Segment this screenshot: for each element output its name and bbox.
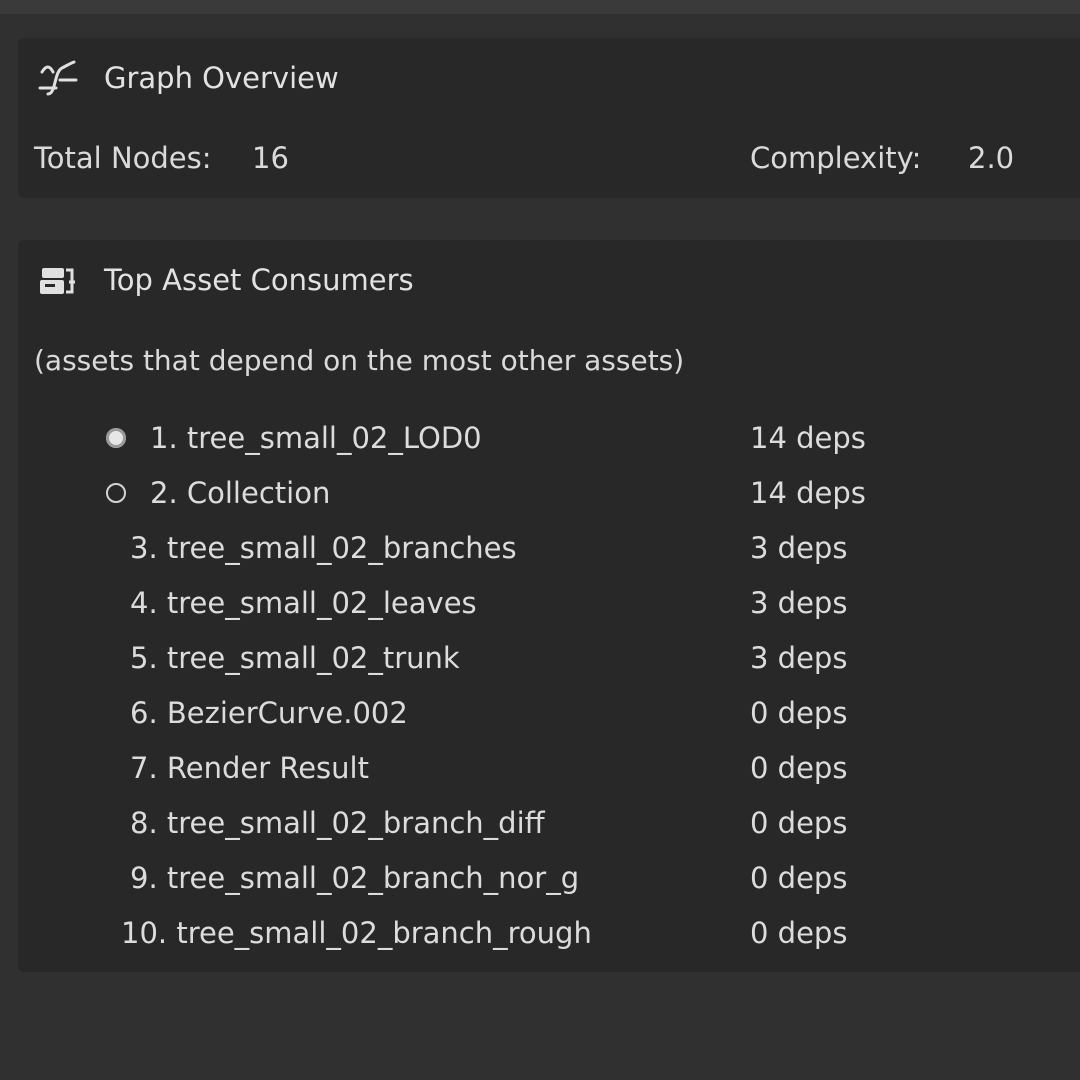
asset-deps: 0 deps	[750, 696, 848, 730]
asset-deps: 3 deps	[750, 586, 848, 620]
top-asset-consumers-header[interactable]: Top Asset Consumers	[18, 240, 1080, 320]
asset-name: 8. tree_small_02_branch_diff	[130, 806, 545, 840]
asset-row[interactable]: 1. tree_small_02_LOD0 14 deps	[18, 412, 1080, 467]
graph-overview-header[interactable]: Graph Overview	[18, 38, 1080, 118]
complexity-label: Complexity:	[750, 141, 922, 175]
asset-deps: 0 deps	[750, 751, 848, 785]
asset-deps: 0 deps	[750, 806, 848, 840]
graph-overview-panel: Graph Overview Total Nodes: 16 Complexit…	[18, 38, 1080, 198]
graph-overview-title: Graph Overview	[104, 61, 339, 95]
asset-row[interactable]: 6. BezierCurve.002 0 deps	[18, 687, 1080, 742]
asset-row[interactable]: 2. Collection 14 deps	[18, 467, 1080, 522]
asset-row[interactable]: 3. tree_small_02_branches 3 deps	[18, 522, 1080, 577]
asset-name: 6. BezierCurve.002	[130, 696, 408, 730]
asset-name: 9. tree_small_02_branch_nor_g	[130, 861, 580, 895]
asset-deps: 14 deps	[750, 421, 866, 455]
asset-row[interactable]: 5. tree_small_02_trunk 3 deps	[18, 632, 1080, 687]
complexity-value: 2.0	[968, 141, 1015, 175]
top-asset-consumers-panel: Top Asset Consumers (assets that depend …	[18, 240, 1080, 972]
asset-name: 7. Render Result	[130, 751, 369, 785]
asset-name: 3. tree_small_02_branches	[130, 531, 517, 565]
top-asset-consumers-title: Top Asset Consumers	[104, 263, 414, 297]
asset-row[interactable]: 8. tree_small_02_branch_diff 0 deps	[18, 797, 1080, 852]
asset-list-icon	[40, 268, 75, 294]
asset-deps: 0 deps	[750, 861, 848, 895]
consumers-description: (assets that depend on the most other as…	[34, 344, 685, 377]
graph-curve-icon	[38, 60, 78, 96]
asset-name: 10. tree_small_02_branch_rough	[121, 916, 592, 950]
asset-row[interactable]: 10. tree_small_02_branch_rough 0 deps	[18, 907, 1080, 962]
asset-row[interactable]: 7. Render Result 0 deps	[18, 742, 1080, 797]
asset-name: 2. Collection	[150, 476, 331, 510]
total-nodes-label: Total Nodes:	[34, 141, 212, 175]
asset-deps: 14 deps	[750, 476, 866, 510]
asset-deps: 3 deps	[750, 531, 848, 565]
asset-name: 5. tree_small_02_trunk	[130, 641, 460, 675]
top-bar	[0, 0, 1080, 14]
asset-row[interactable]: 9. tree_small_02_branch_nor_g 0 deps	[18, 852, 1080, 907]
asset-deps: 0 deps	[750, 916, 848, 950]
radio-unselected-icon[interactable]	[106, 483, 126, 503]
asset-name: 4. tree_small_02_leaves	[130, 586, 477, 620]
asset-deps: 3 deps	[750, 641, 848, 675]
asset-row[interactable]: 4. tree_small_02_leaves 3 deps	[18, 577, 1080, 632]
radio-selected-icon[interactable]	[106, 428, 126, 448]
total-nodes-value: 16	[252, 141, 289, 175]
asset-name: 1. tree_small_02_LOD0	[150, 421, 482, 455]
